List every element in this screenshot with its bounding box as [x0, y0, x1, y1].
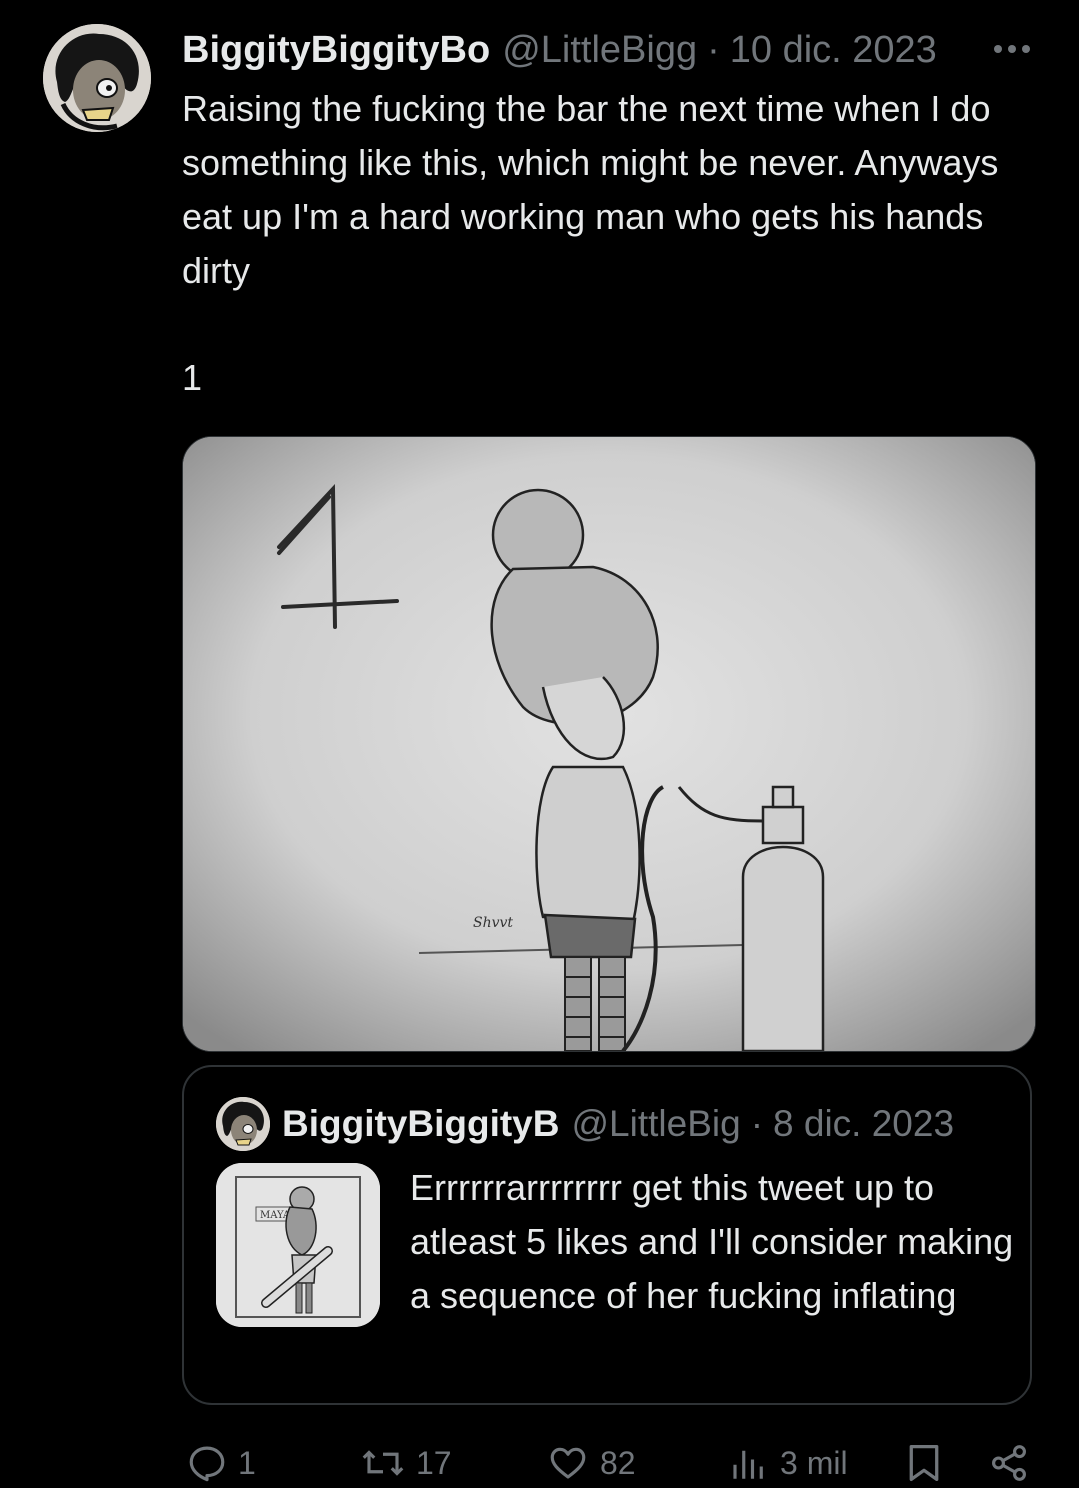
more-icon[interactable] [990, 34, 1034, 64]
quoted-author-avatar[interactable] [216, 1097, 270, 1151]
quoted-tweet-card[interactable]: BiggityBiggityB @LittleBig · 8 dic. 2023… [182, 1065, 1032, 1405]
repost-count: 17 [416, 1444, 452, 1481]
quoted-author-handle[interactable]: @LittleBig [571, 1103, 740, 1145]
repost-icon [362, 1450, 404, 1476]
author-avatar[interactable] [43, 24, 151, 132]
author-handle[interactable]: @LittleBigg [502, 29, 697, 72]
quoted-header-separator: · [750, 1103, 764, 1144]
tweet-media-image[interactable]: 1 Shvvt [182, 436, 1036, 1052]
quoted-sketch-image: MAYA [216, 1163, 380, 1327]
reply-icon [189, 1446, 225, 1482]
views-button[interactable]: 3 mil [728, 1438, 848, 1488]
drawing-signature: Shvvt [473, 915, 513, 931]
pencil-sketch-image: 1 Shvvt [183, 437, 1035, 1051]
views-count: 3 mil [780, 1444, 848, 1481]
share-button[interactable] [988, 1438, 1030, 1488]
tweet-text: Raising the fucking the bar the next tim… [182, 88, 1009, 291]
quoted-tweet-date[interactable]: 8 dic. 2023 [773, 1103, 954, 1145]
tweet-header: BiggityBiggityBo @LittleBigg · 10 dic. 2… [182, 26, 1032, 74]
quoted-tweet-text: Errrrrrarrrrrrrr get this tweet up to at… [410, 1167, 1014, 1316]
quoted-tweet-header: BiggityBiggityB @LittleBig · 8 dic. 2023 [282, 1101, 1012, 1147]
avatar-image [43, 24, 151, 132]
bookmark-icon [909, 1445, 939, 1482]
tweet-date[interactable]: 10 dic. 2023 [730, 29, 937, 72]
repost-button[interactable]: 17 [360, 1438, 452, 1488]
views-icon [733, 1450, 763, 1479]
tweet-number-line: 1 [182, 357, 203, 398]
quoted-avatar-image [216, 1097, 270, 1151]
tweet-action-bar: 1 17 82 3 mil [182, 1438, 1042, 1488]
quoted-tweet-thumbnail[interactable]: MAYA [216, 1163, 380, 1327]
reply-count: 1 [238, 1444, 256, 1481]
bookmark-button[interactable] [904, 1438, 944, 1488]
like-icon [550, 1447, 586, 1479]
quoted-author-display-name[interactable]: BiggityBiggityB [282, 1103, 559, 1145]
reply-button[interactable]: 1 [186, 1438, 256, 1488]
like-button[interactable]: 82 [546, 1438, 636, 1488]
header-separator: · [707, 28, 720, 71]
author-display-name[interactable]: BiggityBiggityBo [182, 29, 490, 72]
like-count: 82 [600, 1444, 636, 1481]
share-icon [992, 1445, 1026, 1481]
